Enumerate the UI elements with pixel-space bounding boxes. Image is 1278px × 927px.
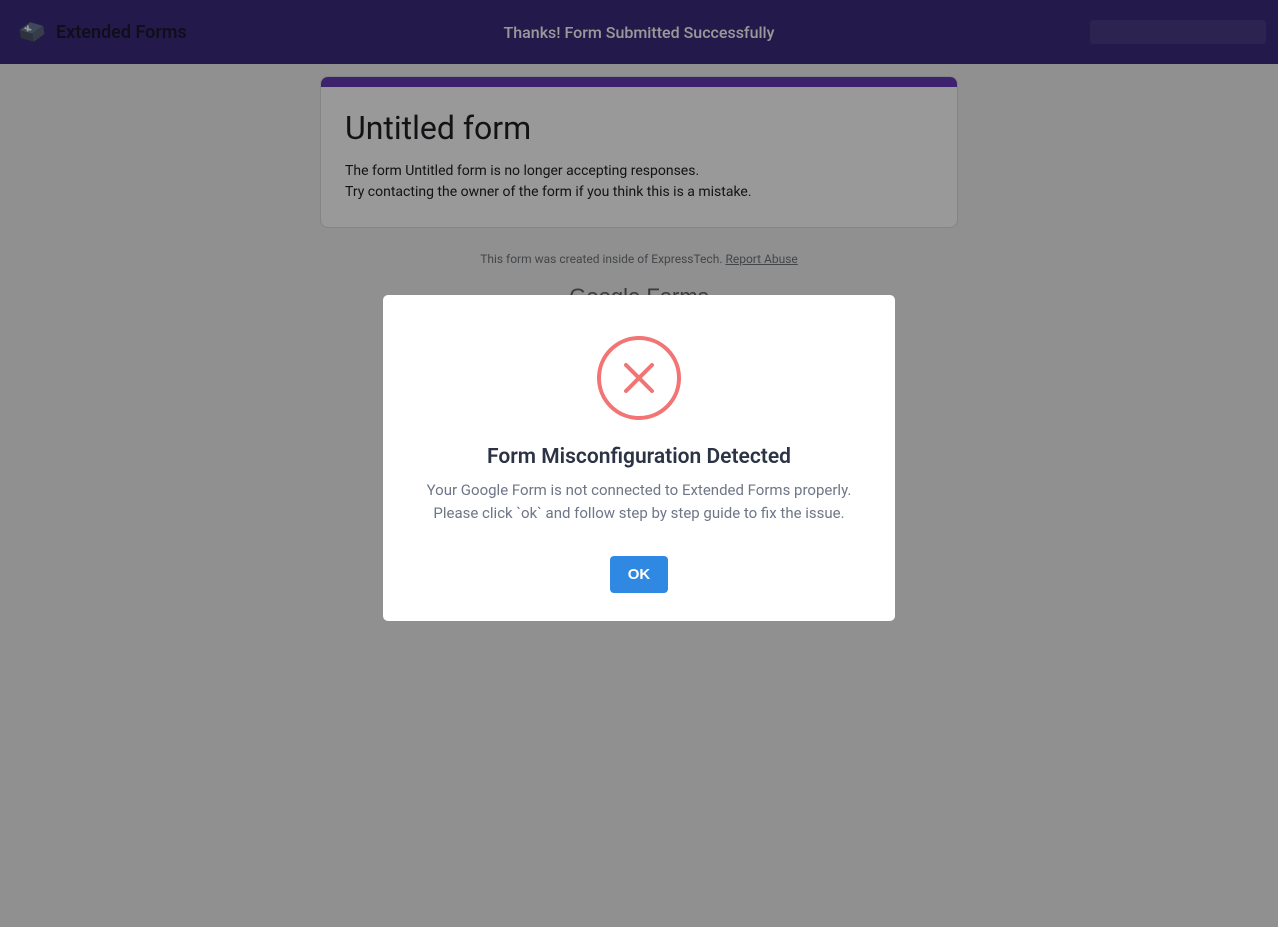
- modal-overlay: Form Misconfiguration Detected Your Goog…: [0, 0, 1278, 927]
- error-modal: Form Misconfiguration Detected Your Goog…: [383, 295, 895, 621]
- modal-title: Form Misconfiguration Detected: [415, 445, 863, 469]
- ok-button[interactable]: OK: [610, 556, 669, 593]
- modal-text: Your Google Form is not connected to Ext…: [415, 479, 863, 524]
- error-icon: [596, 335, 682, 421]
